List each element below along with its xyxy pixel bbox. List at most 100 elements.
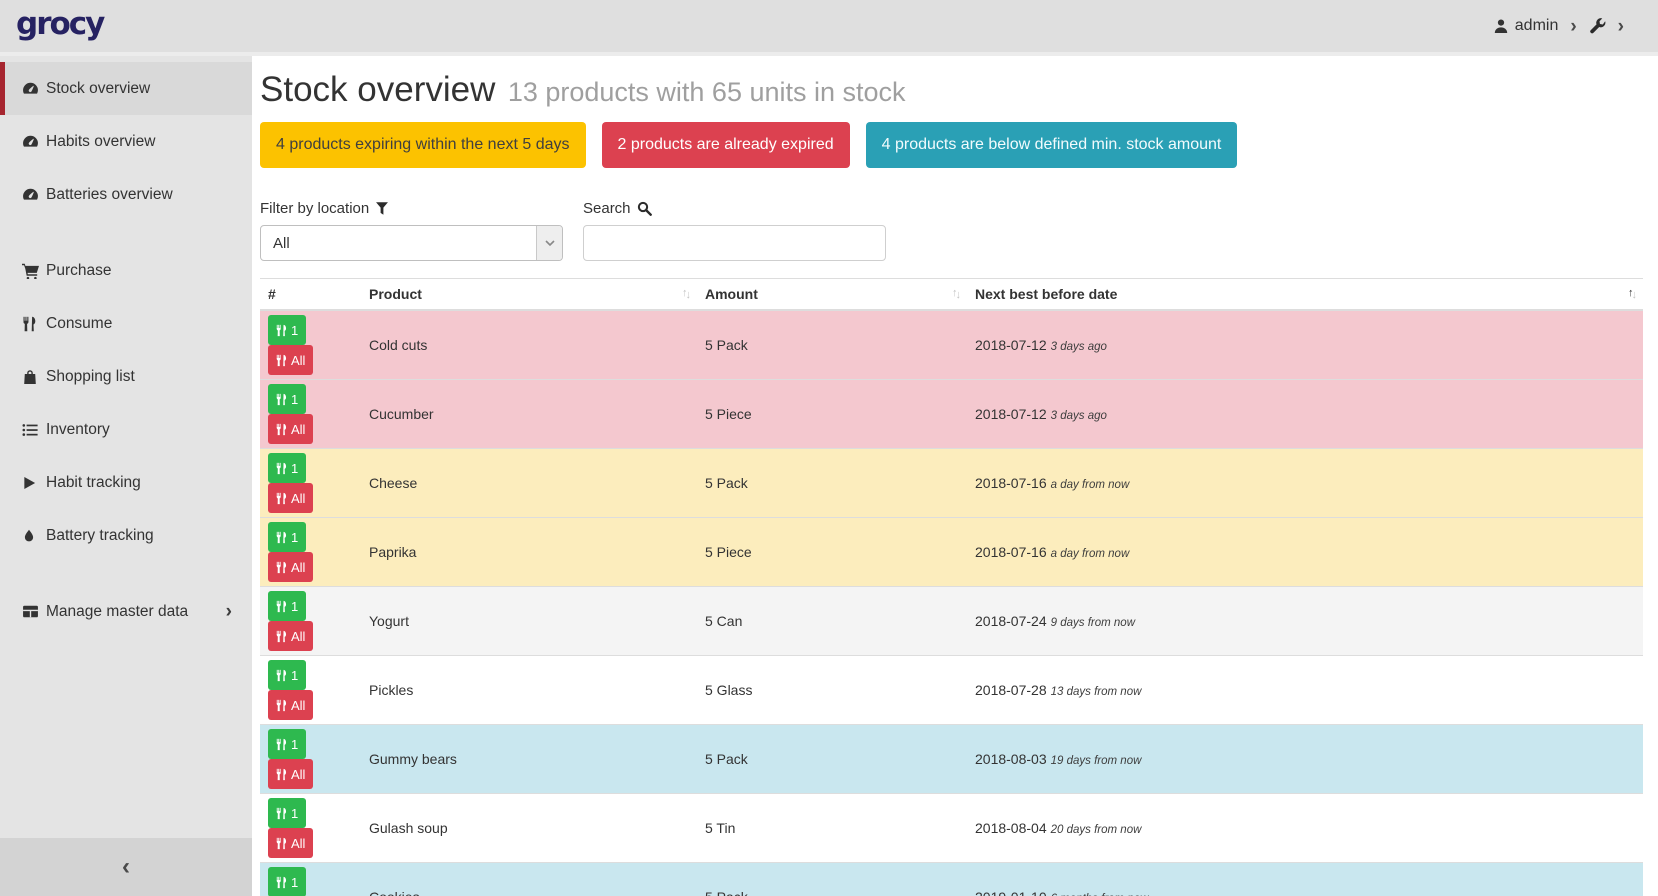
column-header-product[interactable]: Product ↑↓: [361, 279, 697, 311]
search-input[interactable]: [583, 225, 886, 261]
consume-all-button[interactable]: All: [268, 759, 313, 789]
product-name: Cucumber: [361, 380, 697, 449]
chevron-right-icon: ›: [226, 601, 232, 623]
grocy-app: grocy admin › › Stock ove: [0, 0, 1658, 896]
amount-value: 5 Can: [697, 587, 967, 656]
consume-all-button[interactable]: All: [268, 828, 313, 858]
utensils-icon: [276, 462, 287, 475]
table-row: 1 All Cookies 5 Pack 2019-01-106 months …: [260, 863, 1643, 896]
row-actions: 1 All: [260, 380, 361, 449]
amount-value: 5 Piece: [697, 518, 967, 587]
consume-all-button[interactable]: All: [268, 483, 313, 513]
consume-one-button[interactable]: 1: [268, 660, 306, 690]
row-actions: 1 All: [260, 310, 361, 380]
consume-one-label: 1: [291, 599, 298, 614]
expired-products-button[interactable]: 2 products are already expired: [602, 122, 850, 168]
utensils-icon: [276, 531, 287, 544]
location-select[interactable]: All: [260, 225, 563, 261]
consume-one-button[interactable]: 1: [268, 798, 306, 828]
consume-one-button[interactable]: 1: [268, 315, 306, 345]
settings-menu[interactable]: [1589, 18, 1606, 35]
consume-all-button[interactable]: All: [268, 552, 313, 582]
sort-asc-icon[interactable]: ↑↓: [1628, 288, 1635, 300]
location-filter-label: Filter by location: [260, 200, 563, 217]
sidebar-collapse-button[interactable]: ‹: [0, 838, 252, 896]
user-name: admin: [1515, 17, 1559, 35]
column-header-amount[interactable]: Amount ↑↓: [697, 279, 967, 311]
row-actions: 1 All: [260, 449, 361, 518]
user-menu[interactable]: admin: [1493, 17, 1559, 35]
amount-value: 5 Pack: [697, 449, 967, 518]
topbar: grocy admin › ›: [0, 0, 1658, 56]
filters-row: Filter by location All Search: [260, 200, 1643, 261]
utensils-icon: [22, 316, 46, 332]
sidebar-item-label: Manage master data: [46, 603, 188, 621]
location-select-value: All: [261, 235, 536, 252]
amount-value: 5 Pack: [697, 863, 967, 896]
chevron-right-icon[interactable]: ›: [1566, 17, 1580, 36]
amount-value: 5 Glass: [697, 656, 967, 725]
consume-one-button[interactable]: 1: [268, 867, 306, 896]
consume-one-button[interactable]: 1: [268, 729, 306, 759]
best-before-date: 2018-08-0420 days from now: [967, 794, 1643, 863]
table-row: 1 All Gulash soup 5 Tin 2018-08-0420 day…: [260, 794, 1643, 863]
utensils-icon: [276, 699, 287, 712]
sidebar-item-habits-overview[interactable]: Habits overview: [0, 115, 252, 168]
sort-icon[interactable]: ↑↓: [682, 288, 689, 300]
sidebar-item-inventory[interactable]: Inventory: [0, 403, 252, 456]
sidebar-item-shopping-list[interactable]: Shopping list: [0, 350, 252, 403]
utensils-icon: [276, 600, 287, 613]
amount-value: 5 Pack: [697, 725, 967, 794]
column-header-best-before[interactable]: Next best before date ↑↓: [967, 279, 1643, 311]
chevron-right-icon[interactable]: ›: [1614, 17, 1628, 36]
best-before-date: 2018-07-123 days ago: [967, 380, 1643, 449]
sidebar-item-consume[interactable]: Consume: [0, 297, 252, 350]
consume-one-button[interactable]: 1: [268, 591, 306, 621]
consume-one-label: 1: [291, 530, 298, 545]
sort-icon[interactable]: ↑↓: [952, 288, 959, 300]
table-row: 1 All Pickles 5 Glass 2018-07-2813 days …: [260, 656, 1643, 725]
sidebar-item-manage-master-data[interactable]: Manage master data ›: [0, 585, 252, 638]
chevron-left-icon: ‹: [122, 855, 130, 879]
cart-icon: [22, 262, 46, 279]
table-row: 1 All Gummy bears 5 Pack 2018-08-0319 da…: [260, 725, 1643, 794]
droplet-icon: [22, 528, 46, 544]
sidebar-item-purchase[interactable]: Purchase: [0, 244, 252, 297]
sidebar-item-habit-tracking[interactable]: Habit tracking: [0, 456, 252, 509]
consume-all-label: All: [291, 629, 305, 644]
app-logo[interactable]: grocy: [16, 6, 103, 42]
table-header-row: # Product ↑↓ Amount ↑↓: [260, 279, 1643, 311]
consume-all-button[interactable]: All: [268, 414, 313, 444]
sidebar-item-label: Batteries overview: [46, 186, 173, 204]
sidebar-item-stock-overview[interactable]: Stock overview: [0, 62, 252, 115]
consume-all-button[interactable]: All: [268, 621, 313, 651]
sidebar-item-batteries-overview[interactable]: Batteries overview: [0, 168, 252, 221]
consume-one-label: 1: [291, 392, 298, 407]
table-row: 1 All Cheese 5 Pack 2018-07-16a day from…: [260, 449, 1643, 518]
sidebar-item-battery-tracking[interactable]: Battery tracking: [0, 509, 252, 562]
sidebar-item-label: Battery tracking: [46, 527, 154, 545]
best-before-date: 2018-07-16a day from now: [967, 449, 1643, 518]
consume-all-button[interactable]: All: [268, 345, 313, 375]
consume-all-label: All: [291, 491, 305, 506]
amount-value: 5 Tin: [697, 794, 967, 863]
expiring-products-button[interactable]: 4 products expiring within the next 5 da…: [260, 122, 586, 168]
consume-one-button[interactable]: 1: [268, 522, 306, 552]
best-before-date: 2019-01-106 months from now: [967, 863, 1643, 896]
below-min-stock-button[interactable]: 4 products are below defined min. stock …: [866, 122, 1238, 168]
consume-one-button[interactable]: 1: [268, 384, 306, 414]
sidebar-item-label: Habits overview: [46, 133, 155, 151]
page-header: Stock overview 13 products with 65 units…: [260, 70, 1643, 110]
topbar-right: admin › ›: [1493, 0, 1628, 52]
row-actions: 1 All: [260, 656, 361, 725]
consume-one-button[interactable]: 1: [268, 453, 306, 483]
page-subtitle: 13 products with 65 units in stock: [508, 77, 906, 107]
row-actions: 1 All: [260, 794, 361, 863]
consume-all-label: All: [291, 422, 305, 437]
utensils-icon: [276, 837, 287, 850]
product-name: Gulash soup: [361, 794, 697, 863]
consume-all-button[interactable]: All: [268, 690, 313, 720]
row-actions: 1 All: [260, 587, 361, 656]
play-icon: [22, 475, 46, 491]
utensils-icon: [276, 561, 287, 574]
